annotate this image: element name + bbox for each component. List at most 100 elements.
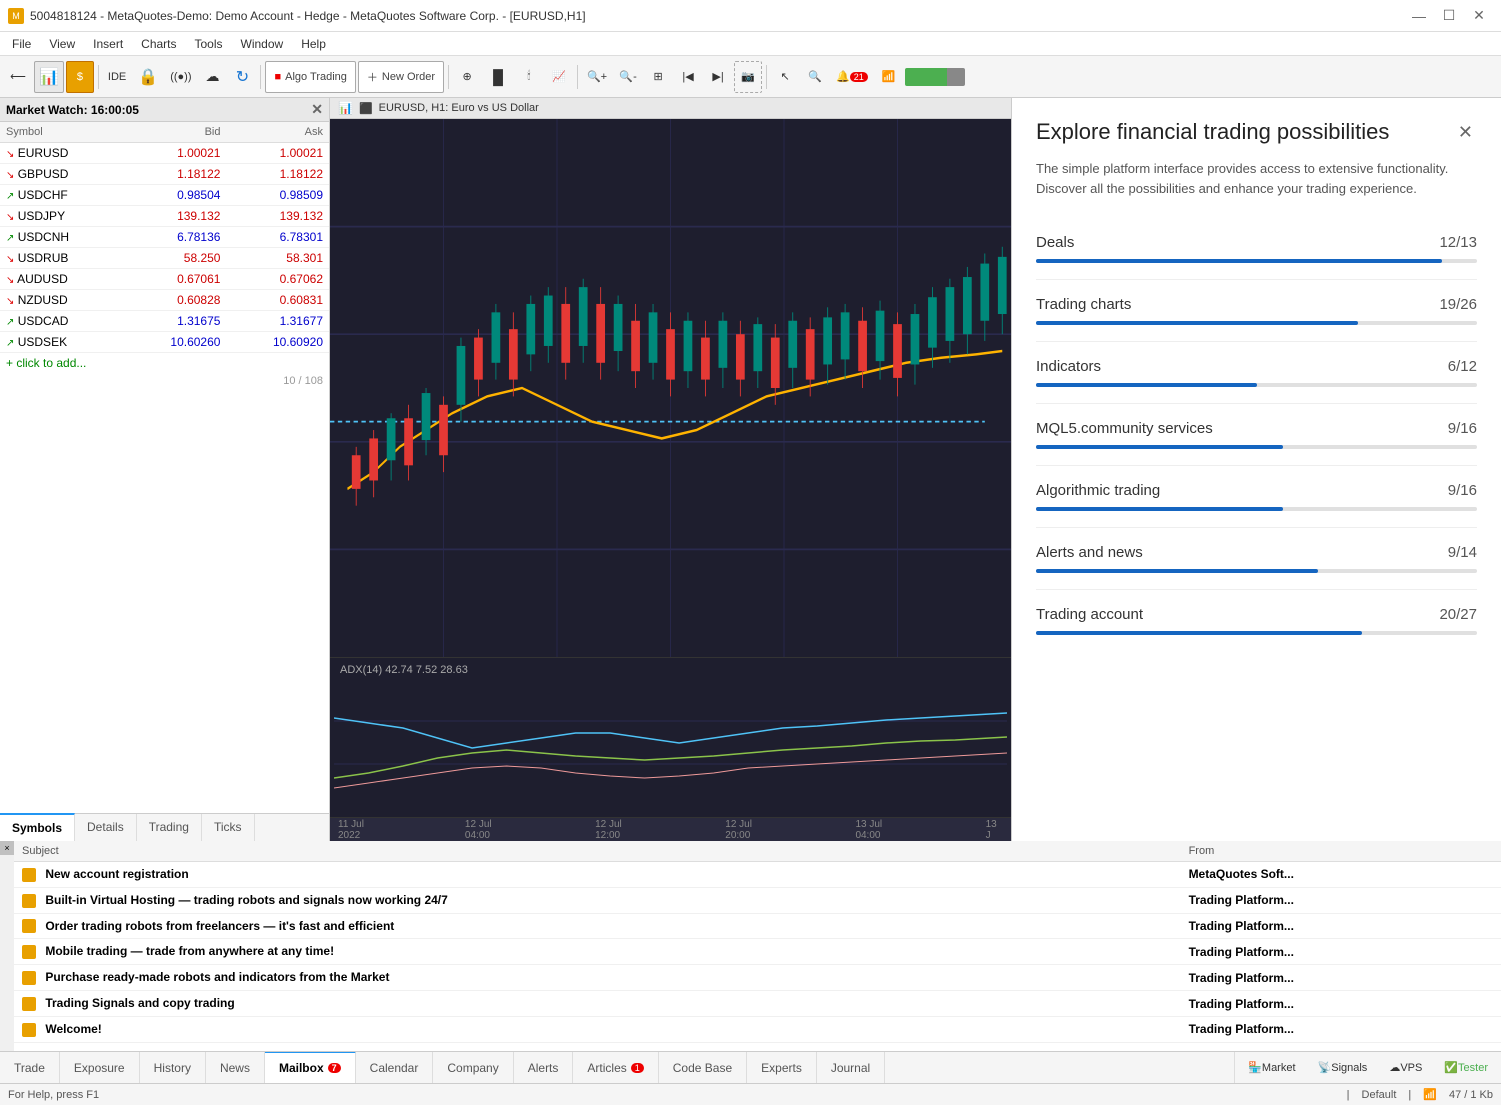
toolbar-cloud-btn[interactable]: ☁ [198, 61, 226, 93]
window-title: 5004818124 - MetaQuotes-Demo: Demo Accou… [30, 9, 586, 23]
signals-tab[interactable]: 📡 Signals [1309, 1055, 1377, 1081]
toolbar-back-btn[interactable]: ⟵ [4, 61, 32, 93]
vps-tab[interactable]: ☁ VPS [1380, 1055, 1431, 1081]
toolbar-bar-chart-btn[interactable]: ▐▌ [483, 61, 513, 93]
mailbox-row[interactable]: Welcome! Trading Platform... [14, 1016, 1501, 1042]
toolbar-chart-btn[interactable]: 📊 [34, 61, 64, 93]
menu-window[interactable]: Window [233, 35, 292, 53]
bottom-tab-code base[interactable]: Code Base [659, 1052, 747, 1083]
menu-file[interactable]: File [4, 35, 39, 53]
progress-item[interactable]: MQL5.community services 9/16 [1036, 404, 1477, 466]
menu-help[interactable]: Help [293, 35, 334, 53]
mw-tab-trading[interactable]: Trading [137, 814, 202, 841]
mw-tab-symbols[interactable]: Symbols [0, 813, 75, 841]
close-btn[interactable]: ✕ [1465, 6, 1493, 26]
symbol-row[interactable]: ↗ USDCHF 0.98504 0.98509 [0, 185, 329, 206]
bottom-tab-mailbox[interactable]: Mailbox7 [265, 1051, 356, 1083]
toolbar-scroll-left-btn[interactable]: |◀ [674, 61, 702, 93]
toolbar-refresh-btn[interactable]: ↻ [228, 61, 256, 93]
symbol-row[interactable]: ↘ GBPUSD 1.18122 1.18122 [0, 164, 329, 185]
bottom-tab-alerts[interactable]: Alerts [514, 1052, 574, 1083]
bottom-tab-articles[interactable]: Articles1 [573, 1052, 658, 1083]
mailbox-row[interactable]: Purchase ready-made robots and indicator… [14, 965, 1501, 991]
bottom-tabs: TradeExposureHistoryNewsMailbox7Calendar… [0, 1052, 1234, 1083]
toolbar-zoom-out-btn[interactable]: 🔍- [614, 61, 642, 93]
toolbar-ide-btn[interactable]: IDE [103, 61, 131, 93]
mailbox-row[interactable]: Trading Signals and copy trading Trading… [14, 991, 1501, 1017]
chart-svg [330, 119, 1011, 657]
progress-item[interactable]: Trading account 20/27 [1036, 590, 1477, 651]
progress-bar-fill [1036, 569, 1318, 573]
symbol-row[interactable]: ↗ USDCAD 1.31675 1.31677 [0, 311, 329, 332]
toolbar-signal-btn[interactable]: 📶 [875, 61, 903, 93]
mailbox-row[interactable]: New account registration MetaQuotes Soft… [14, 862, 1501, 888]
symbol-arrow: ↘ [6, 149, 14, 160]
time-label-3: 12 Jul 12:00 [595, 819, 645, 841]
toolbar-grid-btn[interactable]: ⊞ [644, 61, 672, 93]
market-tab[interactable]: 🏪 Market [1239, 1055, 1304, 1081]
mw-tab-ticks[interactable]: Ticks [202, 814, 255, 841]
toolbar-dollar-btn[interactable]: $ [66, 61, 94, 93]
explore-header: Explore financial trading possibilities … [1012, 98, 1501, 159]
bottom-tab-company[interactable]: Company [433, 1052, 513, 1083]
mailbox-row[interactable]: Order trading robots from freelancers — … [14, 913, 1501, 939]
mailbox-row[interactable]: Mobile trading — trade from anywhere at … [14, 939, 1501, 965]
mw-tab-details[interactable]: Details [75, 814, 137, 841]
bottom-tab-trade[interactable]: Trade [0, 1052, 60, 1083]
toolbar-candle-btn[interactable]: 🕯 [515, 61, 543, 93]
toolbar-notifications-btn[interactable]: 🔔 21 [831, 61, 873, 93]
bottom-tab-history[interactable]: History [140, 1052, 206, 1083]
bottom-tab-experts[interactable]: Experts [747, 1052, 817, 1083]
menu-insert[interactable]: Insert [85, 35, 131, 53]
mailbox-row[interactable]: Built-in Virtual Hosting — trading robot… [14, 887, 1501, 913]
toolbar-search-btn[interactable]: 🔍 [801, 61, 829, 93]
bottom-tab-calendar[interactable]: Calendar [356, 1052, 434, 1083]
progress-item[interactable]: Alerts and news 9/14 [1036, 528, 1477, 590]
progress-item[interactable]: Indicators 6/12 [1036, 342, 1477, 404]
bottom-tab-exposure[interactable]: Exposure [60, 1052, 140, 1083]
menu-bar: File View Insert Charts Tools Window Hel… [0, 32, 1501, 56]
algo-trading-btn[interactable]: ■ Algo Trading [265, 61, 355, 93]
symbol-ask: 1.18122 [226, 164, 329, 185]
toolbar-screenshot-btn[interactable]: 📷 [734, 61, 762, 93]
symbol-row[interactable]: ↘ NZDUSD 0.60828 0.60831 [0, 290, 329, 311]
explore-close-btn[interactable]: ✕ [1454, 118, 1477, 147]
symbol-ask: 58.301 [226, 248, 329, 269]
toolbar-line-chart-btn[interactable]: 📈 [545, 61, 573, 93]
tab-badge: 7 [328, 1063, 341, 1073]
symbol-row[interactable]: ↘ AUDUSD 0.67061 0.67062 [0, 269, 329, 290]
menu-view[interactable]: View [41, 35, 83, 53]
progress-item-label: Deals [1036, 234, 1074, 251]
tester-tab[interactable]: ✅ Tester [1435, 1055, 1497, 1081]
toolbar-zoom-in-btn[interactable]: 🔍+ [582, 61, 612, 93]
symbol-row[interactable]: ↘ USDJPY 139.132 139.132 [0, 206, 329, 227]
maximize-btn[interactable]: ☐ [1435, 6, 1463, 26]
market-watch-close-btn[interactable]: ✕ [311, 101, 323, 118]
chart-main[interactable] [330, 119, 1011, 657]
new-order-btn[interactable]: ＋ New Order [358, 61, 444, 93]
menu-tools[interactable]: Tools [187, 35, 231, 53]
bottom-panel-close-btn[interactable]: × [0, 841, 14, 855]
toolbar-cursor-btn[interactable]: ↖ [771, 61, 799, 93]
chart-indicator: ADX(14) 42.74 7.52 28.63 [330, 657, 1011, 817]
progress-item[interactable]: Algorithmic trading 9/16 [1036, 466, 1477, 528]
toolbar-crosshair-btn[interactable]: ⊕ [453, 61, 481, 93]
progress-item-count: 9/16 [1448, 420, 1477, 437]
symbol-row[interactable]: ↗ USDCNH 6.78136 6.78301 [0, 227, 329, 248]
toolbar-wave-btn[interactable]: ((●)) [165, 61, 196, 93]
bottom-tab-news[interactable]: News [206, 1052, 265, 1083]
title-bar: M 5004818124 - MetaQuotes-Demo: Demo Acc… [0, 0, 1501, 32]
bottom-tab-journal[interactable]: Journal [817, 1052, 885, 1083]
menu-charts[interactable]: Charts [133, 35, 184, 53]
symbol-ask: 0.67062 [226, 269, 329, 290]
toolbar-scroll-right-btn[interactable]: ▶| [704, 61, 732, 93]
symbol-row[interactable]: ↘ EURUSD 1.00021 1.00021 [0, 143, 329, 164]
symbol-row[interactable]: ↘ USDRUB 58.250 58.301 [0, 248, 329, 269]
symbol-row[interactable]: ↗ USDSEK 10.60260 10.60920 [0, 332, 329, 353]
toolbar-lock-btn[interactable]: 🔒 [133, 61, 163, 93]
add-symbol-btn[interactable]: + click to add... [0, 353, 329, 373]
progress-item[interactable]: Deals 12/13 [1036, 218, 1477, 280]
progress-item[interactable]: Trading charts 19/26 [1036, 280, 1477, 342]
minimize-btn[interactable]: — [1405, 6, 1433, 26]
bottom-tab-bar: TradeExposureHistoryNewsMailbox7Calendar… [0, 1051, 1501, 1083]
